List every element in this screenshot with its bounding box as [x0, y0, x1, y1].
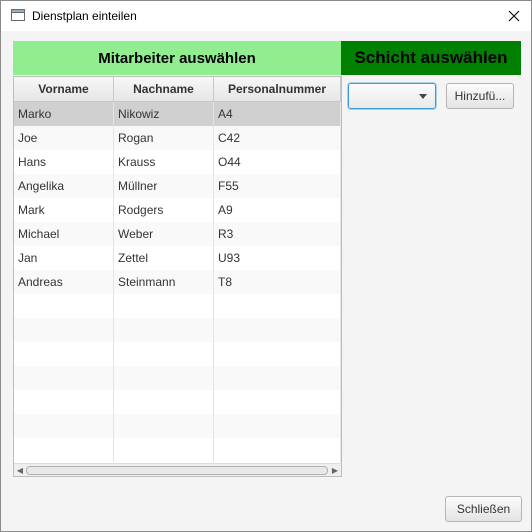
window-title: Dienstplan einteilen [32, 9, 137, 23]
table-row[interactable]: Angelika Müllner F55 [14, 174, 341, 198]
empty-cell [214, 414, 341, 438]
cell-personalnummer: A4 [214, 102, 341, 126]
column-header-personalnummer[interactable]: Personalnummer [214, 77, 341, 101]
empty-cell [214, 366, 341, 390]
horizontal-scrollbar[interactable]: ◀ ▶ [14, 463, 341, 476]
empty-table-row [14, 414, 341, 438]
cell-personalnummer: T8 [214, 270, 341, 294]
table-empty-area [14, 294, 341, 462]
empty-cell [14, 390, 114, 414]
column-header-nachname[interactable]: Nachname [114, 77, 214, 101]
cell-personalnummer: F55 [214, 174, 341, 198]
cell-nachname: Nikowiz [114, 102, 214, 126]
scroll-left-icon[interactable]: ◀ [14, 464, 26, 476]
cell-nachname: Rodgers [114, 198, 214, 222]
add-button[interactable]: Hinzufü... [446, 83, 514, 109]
cell-vorname: Joe [14, 126, 114, 150]
table-body: Marko Nikowiz A4 Joe Rogan C42 Hans Krauss O44 An… [14, 102, 341, 294]
column-header-vorname[interactable]: Vorname [14, 77, 114, 101]
empty-cell [214, 318, 341, 342]
table-row[interactable]: Marko Nikowiz A4 [14, 102, 341, 126]
empty-cell [14, 294, 114, 318]
cell-vorname: Jan [14, 246, 114, 270]
close-button[interactable]: Schließen [445, 496, 522, 522]
cell-nachname: Weber [114, 222, 214, 246]
table-row[interactable]: Joe Rogan C42 [14, 126, 341, 150]
chevron-down-icon [419, 94, 427, 99]
empty-cell [14, 318, 114, 342]
cell-nachname: Steinmann [114, 270, 214, 294]
empty-cell [214, 390, 341, 414]
empty-cell [214, 342, 341, 366]
shift-header: Schicht auswählen [341, 41, 521, 75]
title-bar[interactable]: Dienstplan einteilen [1, 1, 531, 31]
empty-table-row [14, 366, 341, 390]
dialog-content: Mitarbeiter auswählen Schicht auswählen … [1, 31, 531, 531]
cell-nachname: Krauss [114, 150, 214, 174]
cell-vorname: Hans [14, 150, 114, 174]
cell-nachname: Müllner [114, 174, 214, 198]
app-window-icon [11, 9, 25, 21]
empty-table-row [14, 342, 341, 366]
table-row[interactable]: Jan Zettel U93 [14, 246, 341, 270]
employee-table[interactable]: Vorname Nachname Personalnummer Marko Nik… [13, 76, 342, 477]
empty-cell [214, 438, 341, 462]
table-row[interactable]: Michael Weber R3 [14, 222, 341, 246]
window-close-button[interactable] [503, 5, 525, 27]
empty-cell [114, 414, 214, 438]
cell-vorname: Angelika [14, 174, 114, 198]
cell-vorname: Michael [14, 222, 114, 246]
scrollbar-thumb[interactable] [26, 466, 328, 475]
employees-header: Mitarbeiter auswählen [13, 41, 341, 75]
empty-cell [114, 318, 214, 342]
cell-nachname: Rogan [114, 126, 214, 150]
table-row[interactable]: Andreas Steinmann T8 [14, 270, 341, 294]
table-row[interactable]: Hans Krauss O44 [14, 150, 341, 174]
empty-table-row [14, 294, 341, 318]
close-icon [508, 10, 520, 22]
cell-personalnummer: R3 [214, 222, 341, 246]
empty-table-row [14, 318, 341, 342]
empty-cell [214, 294, 341, 318]
empty-cell [114, 342, 214, 366]
cell-vorname: Mark [14, 198, 114, 222]
empty-cell [114, 390, 214, 414]
cell-personalnummer: O44 [214, 150, 341, 174]
table-header: Vorname Nachname Personalnummer [14, 77, 341, 102]
empty-cell [114, 294, 214, 318]
scroll-right-icon[interactable]: ▶ [329, 464, 341, 476]
cell-personalnummer: U93 [214, 246, 341, 270]
empty-cell [14, 366, 114, 390]
empty-cell [14, 342, 114, 366]
cell-personalnummer: A9 [214, 198, 341, 222]
cell-personalnummer: C42 [214, 126, 341, 150]
empty-cell [114, 366, 214, 390]
empty-cell [14, 414, 114, 438]
empty-table-row [14, 438, 341, 462]
empty-cell [114, 438, 214, 462]
table-row[interactable]: Mark Rodgers A9 [14, 198, 341, 222]
cell-nachname: Zettel [114, 246, 214, 270]
cell-vorname: Andreas [14, 270, 114, 294]
empty-table-row [14, 390, 341, 414]
shift-combobox[interactable] [348, 83, 436, 109]
empty-cell [14, 438, 114, 462]
cell-vorname: Marko [14, 102, 114, 126]
